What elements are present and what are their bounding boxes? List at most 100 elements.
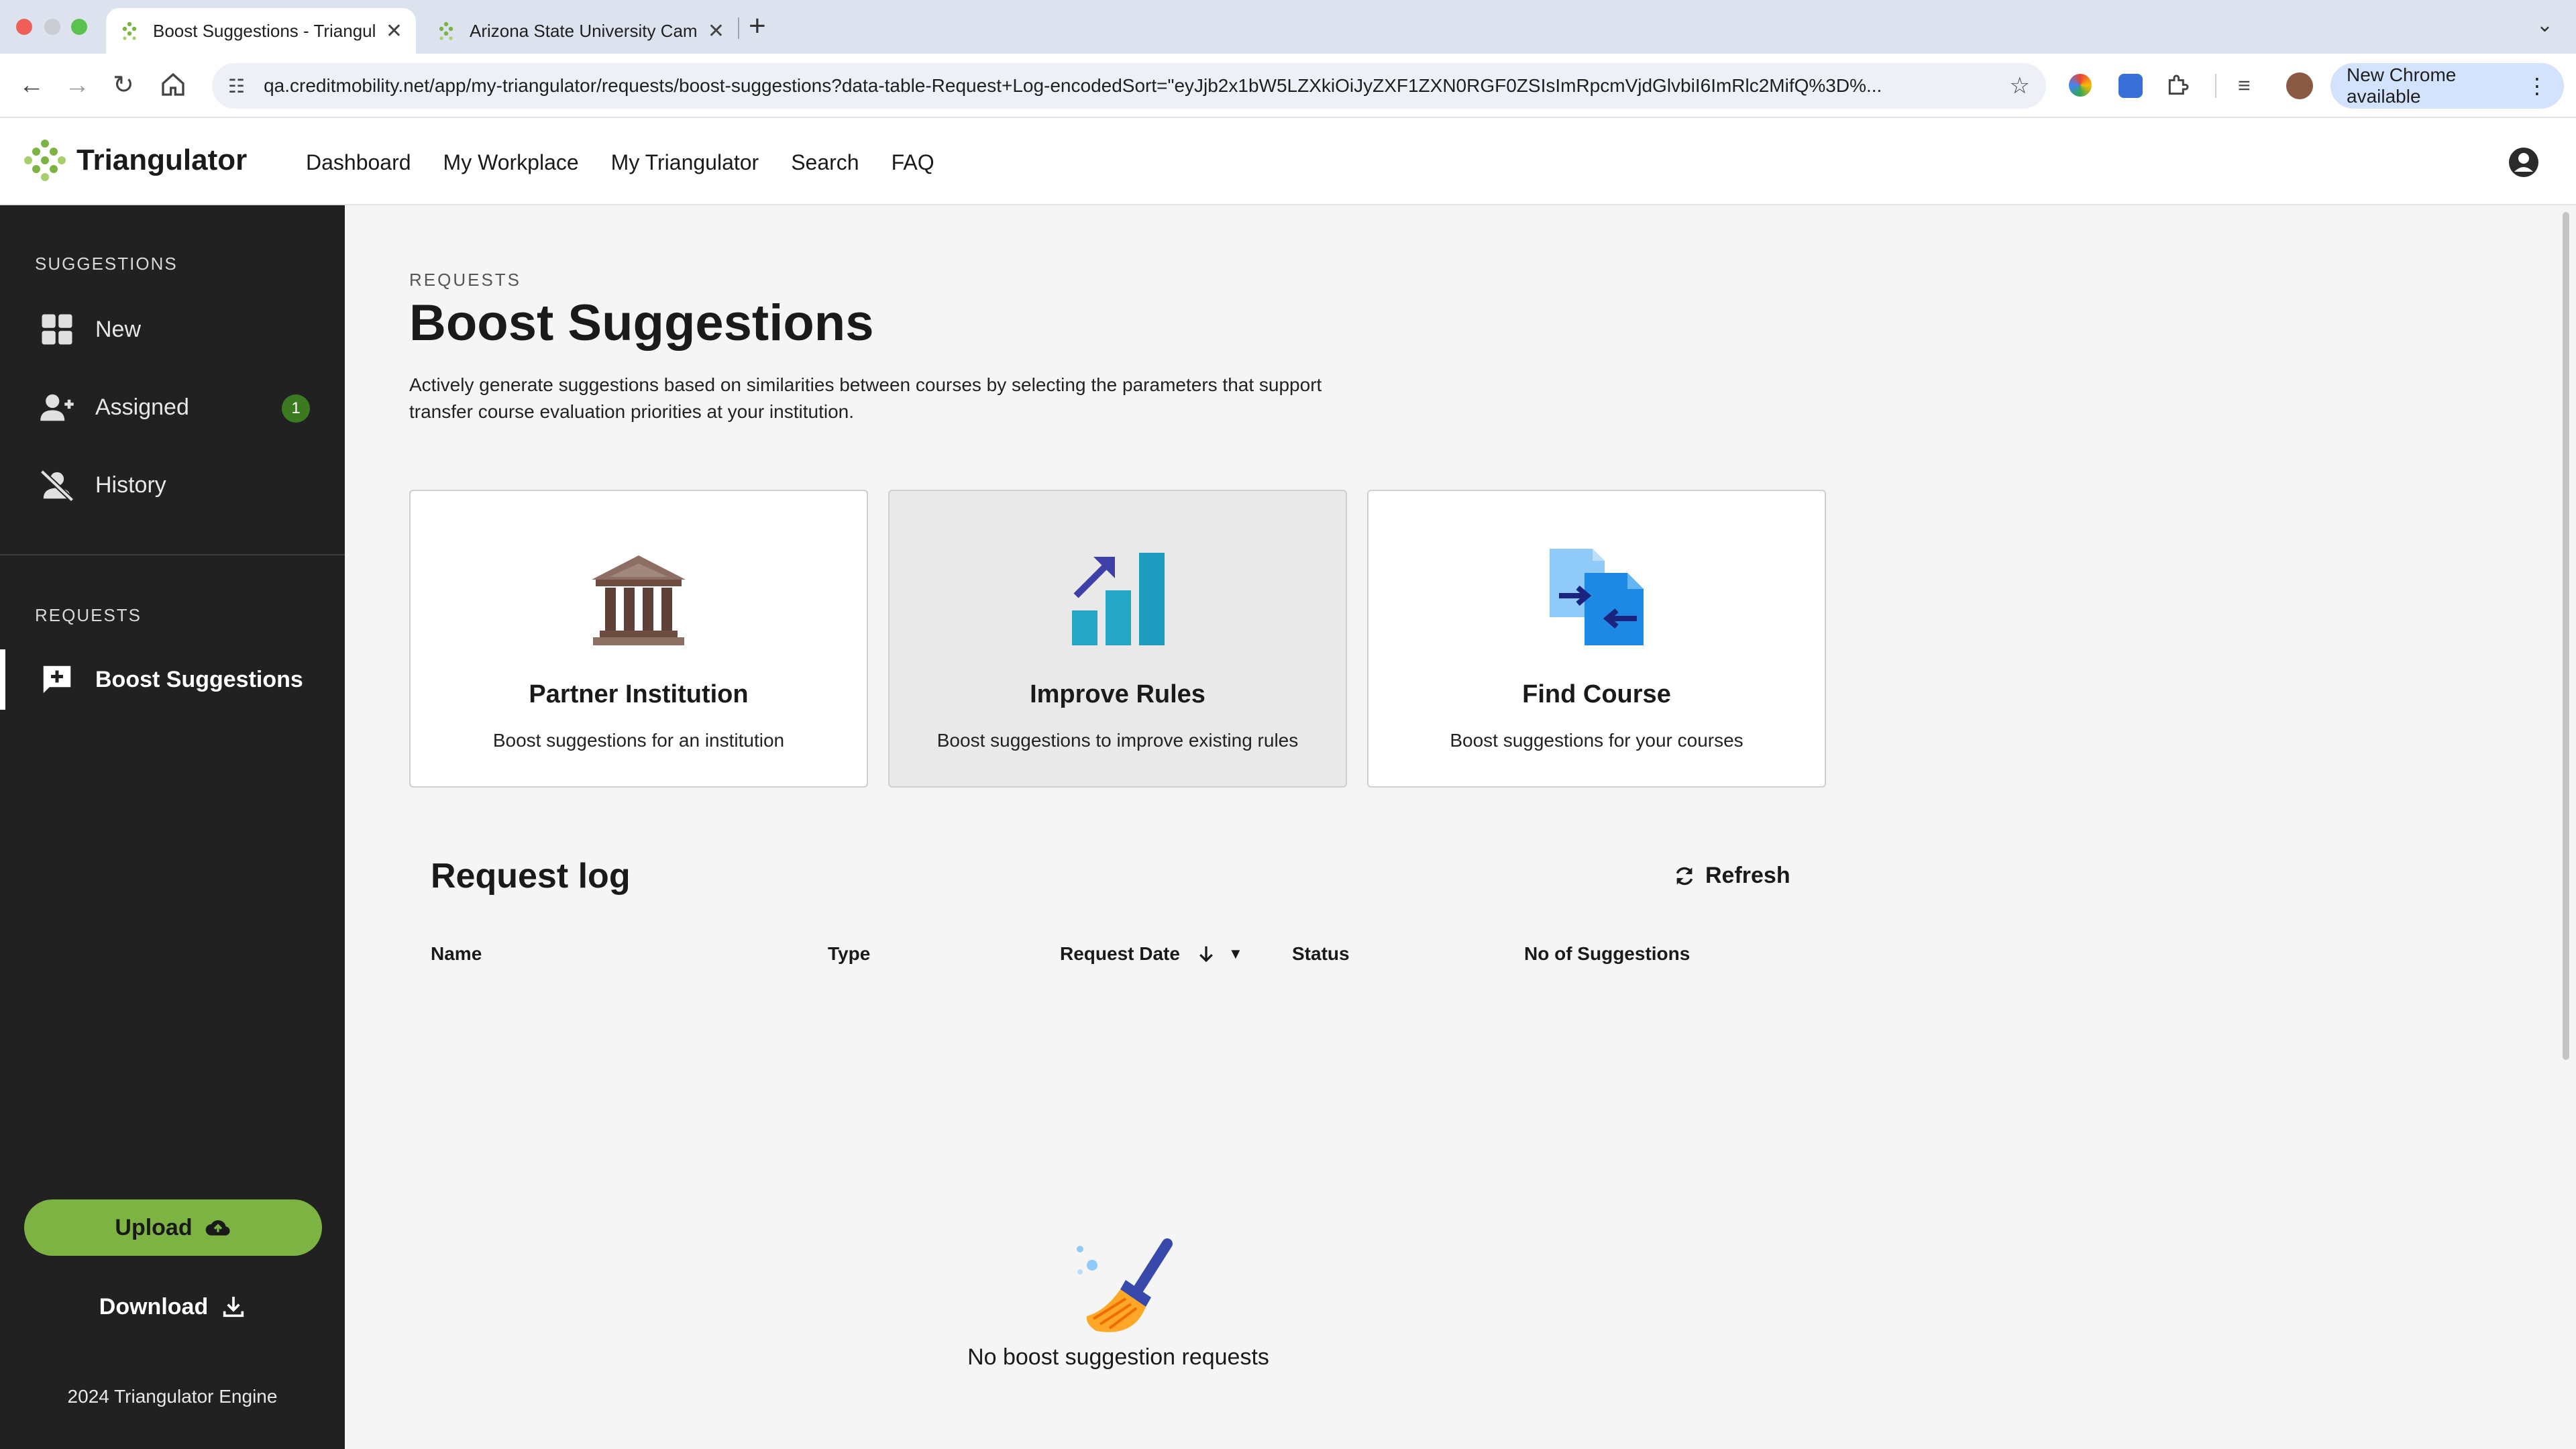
reload-icon[interactable]: ↻: [113, 68, 134, 102]
url-text[interactable]: qa.creditmobility.net/app/my-triangulato…: [264, 75, 1993, 97]
triangulator-logo[interactable]: Triangulator: [23, 138, 247, 182]
site-settings-icon[interactable]: ☷: [228, 75, 245, 97]
page-title: Boost Suggestions: [409, 294, 874, 352]
active-indicator: [0, 649, 5, 710]
person-add-icon: [40, 394, 74, 421]
tab-separator: [738, 17, 739, 39]
triangulator-logo-icon: [24, 140, 66, 181]
sidebar: SUGGESTIONS New Assigned 1 History REQUE…: [0, 205, 345, 1449]
upload-button[interactable]: Upload: [24, 1199, 322, 1256]
sort-descending-icon[interactable]: [1196, 944, 1216, 964]
refresh-button[interactable]: Refresh: [1673, 863, 1790, 889]
requests-heading: REQUESTS: [35, 605, 142, 625]
window-close-button[interactable]: [16, 19, 32, 35]
page-description: Actively generate suggestions based on s…: [409, 374, 1322, 422]
address-bar[interactable]: ☷ qa.creditmobility.net/app/my-triangula…: [212, 63, 2046, 109]
nav-search[interactable]: Search: [791, 150, 859, 175]
request-log-title: Request log: [431, 857, 631, 896]
column-header-no-of-suggestions[interactable]: No of Suggestions: [1524, 943, 1690, 965]
column-menu-caret-icon[interactable]: ▼: [1228, 945, 1243, 963]
sidebar-item-label: Assigned: [95, 394, 189, 420]
column-label: No of Suggestions: [1524, 943, 1690, 964]
column-header-status[interactable]: Status: [1292, 943, 1350, 965]
back-arrow-icon[interactable]: ←: [19, 68, 44, 102]
card-description: Boost suggestions for your courses: [1450, 730, 1743, 751]
column-header-request-date[interactable]: Request Date ▼: [1060, 943, 1243, 965]
sidebar-item-assigned[interactable]: Assigned 1: [0, 377, 345, 437]
breadcrumb: REQUESTS: [409, 270, 522, 290]
triangulator-favicon-icon: [439, 21, 453, 40]
cloud-upload-icon: [205, 1220, 230, 1236]
download-icon: [223, 1297, 244, 1318]
tab-search-chevron-icon[interactable]: ⌄: [2536, 13, 2553, 37]
sidebar-item-history[interactable]: History: [0, 455, 345, 515]
card-description: Boost suggestions to improve existing ru…: [936, 730, 1299, 751]
bar-chart-up-icon: [1072, 553, 1165, 645]
profile-avatar[interactable]: [2286, 72, 2313, 99]
nav-my-triangulator[interactable]: My Triangulator: [611, 150, 759, 175]
extensions-puzzle-icon[interactable]: [2164, 72, 2191, 99]
browser-tab-inactive[interactable]: Arizona State University Campus ✕: [423, 8, 738, 54]
sidebar-item-new[interactable]: New: [0, 299, 345, 360]
column-label: Type: [828, 943, 871, 964]
account-circle-icon[interactable]: [2508, 146, 2540, 178]
nav-dashboard[interactable]: Dashboard: [306, 150, 411, 175]
column-label: Request Date: [1060, 943, 1180, 964]
tab-title: Arizona State University Campus: [470, 20, 697, 41]
tab-close-icon[interactable]: ✕: [708, 19, 724, 43]
nav-faq[interactable]: FAQ: [892, 150, 934, 175]
card-partner-institution[interactable]: Partner Institution Boost suggestions fo…: [409, 490, 868, 788]
grid-icon: [42, 314, 72, 345]
download-button[interactable]: Download: [24, 1279, 322, 1335]
window-zoom-button[interactable]: [71, 19, 87, 35]
new-tab-icon[interactable]: +: [749, 9, 766, 43]
card-description: Boost suggestions for an institution: [492, 730, 785, 751]
new-chrome-available-button[interactable]: New Chrome available ⋮: [2330, 63, 2564, 109]
extension-translate-icon[interactable]: [2118, 74, 2143, 98]
nav-my-workplace[interactable]: My Workplace: [443, 150, 579, 175]
column-label: Name: [431, 943, 482, 964]
sidebar-item-label: Boost Suggestions: [95, 666, 303, 692]
column-header-type[interactable]: Type: [828, 943, 870, 965]
more-menu-icon[interactable]: ⋮: [2526, 73, 2548, 99]
card-improve-rules[interactable]: Improve Rules Boost suggestions to impro…: [888, 490, 1347, 788]
broom-icon: [1077, 1238, 1173, 1332]
card-title: Improve Rules: [1030, 680, 1205, 708]
forward-arrow-icon[interactable]: →: [64, 68, 90, 102]
main-content: REQUESTS Boost Suggestions Actively gene…: [345, 205, 2559, 1449]
column-label: Status: [1292, 943, 1350, 964]
refresh-label: Refresh: [1705, 863, 1790, 888]
person-off-icon: [40, 469, 74, 502]
toolbar-divider: [2215, 74, 2216, 98]
window-minimize-button[interactable]: [44, 19, 60, 35]
extension-color-icon[interactable]: [2069, 74, 2092, 97]
card-title: Find Course: [1522, 680, 1671, 708]
swap-documents-icon: [1550, 549, 1644, 645]
sidebar-item-boost-suggestions[interactable]: Boost Suggestions: [0, 649, 345, 710]
page-scrollbar-thumb[interactable]: [2563, 212, 2569, 1060]
copyright-text: 2024 Triangulator Engine: [67, 1386, 278, 1407]
assigned-count-badge: 1: [282, 394, 310, 423]
empty-state-message: No boost suggestion requests: [967, 1344, 1269, 1370]
suggestions-heading: SUGGESTIONS: [35, 254, 178, 274]
tab-close-icon[interactable]: ✕: [386, 19, 402, 43]
browser-tab-active[interactable]: Boost Suggestions - Triangulator ✕: [106, 8, 416, 54]
sidebar-divider: [0, 554, 345, 555]
browser-tab-strip: Boost Suggestions - Triangulator ✕ Arizo…: [0, 0, 2576, 54]
institution-icon: [592, 555, 686, 645]
top-navigation: Dashboard My Workplace My Triangulator S…: [306, 119, 967, 205]
refresh-icon: [1676, 867, 1693, 885]
media-controls-icon[interactable]: ≡: [2238, 68, 2251, 102]
bookmark-star-icon[interactable]: ☆: [2010, 72, 2030, 99]
card-title: Partner Institution: [529, 680, 749, 708]
tab-title: Boost Suggestions - Triangulator: [153, 20, 375, 41]
brand-name: Triangulator: [76, 144, 248, 176]
triangulator-favicon-icon: [122, 21, 137, 40]
sidebar-item-label: History: [95, 472, 166, 498]
browser-toolbar: ← → ↻ ☷ qa.creditmobility.net/app/my-tri…: [0, 54, 2576, 118]
column-header-name[interactable]: Name: [431, 943, 482, 965]
home-icon[interactable]: [160, 71, 186, 98]
add-comment-icon: [43, 665, 71, 694]
upload-label: Upload: [115, 1214, 193, 1240]
card-find-course[interactable]: Find Course Boost suggestions for your c…: [1367, 490, 1826, 788]
